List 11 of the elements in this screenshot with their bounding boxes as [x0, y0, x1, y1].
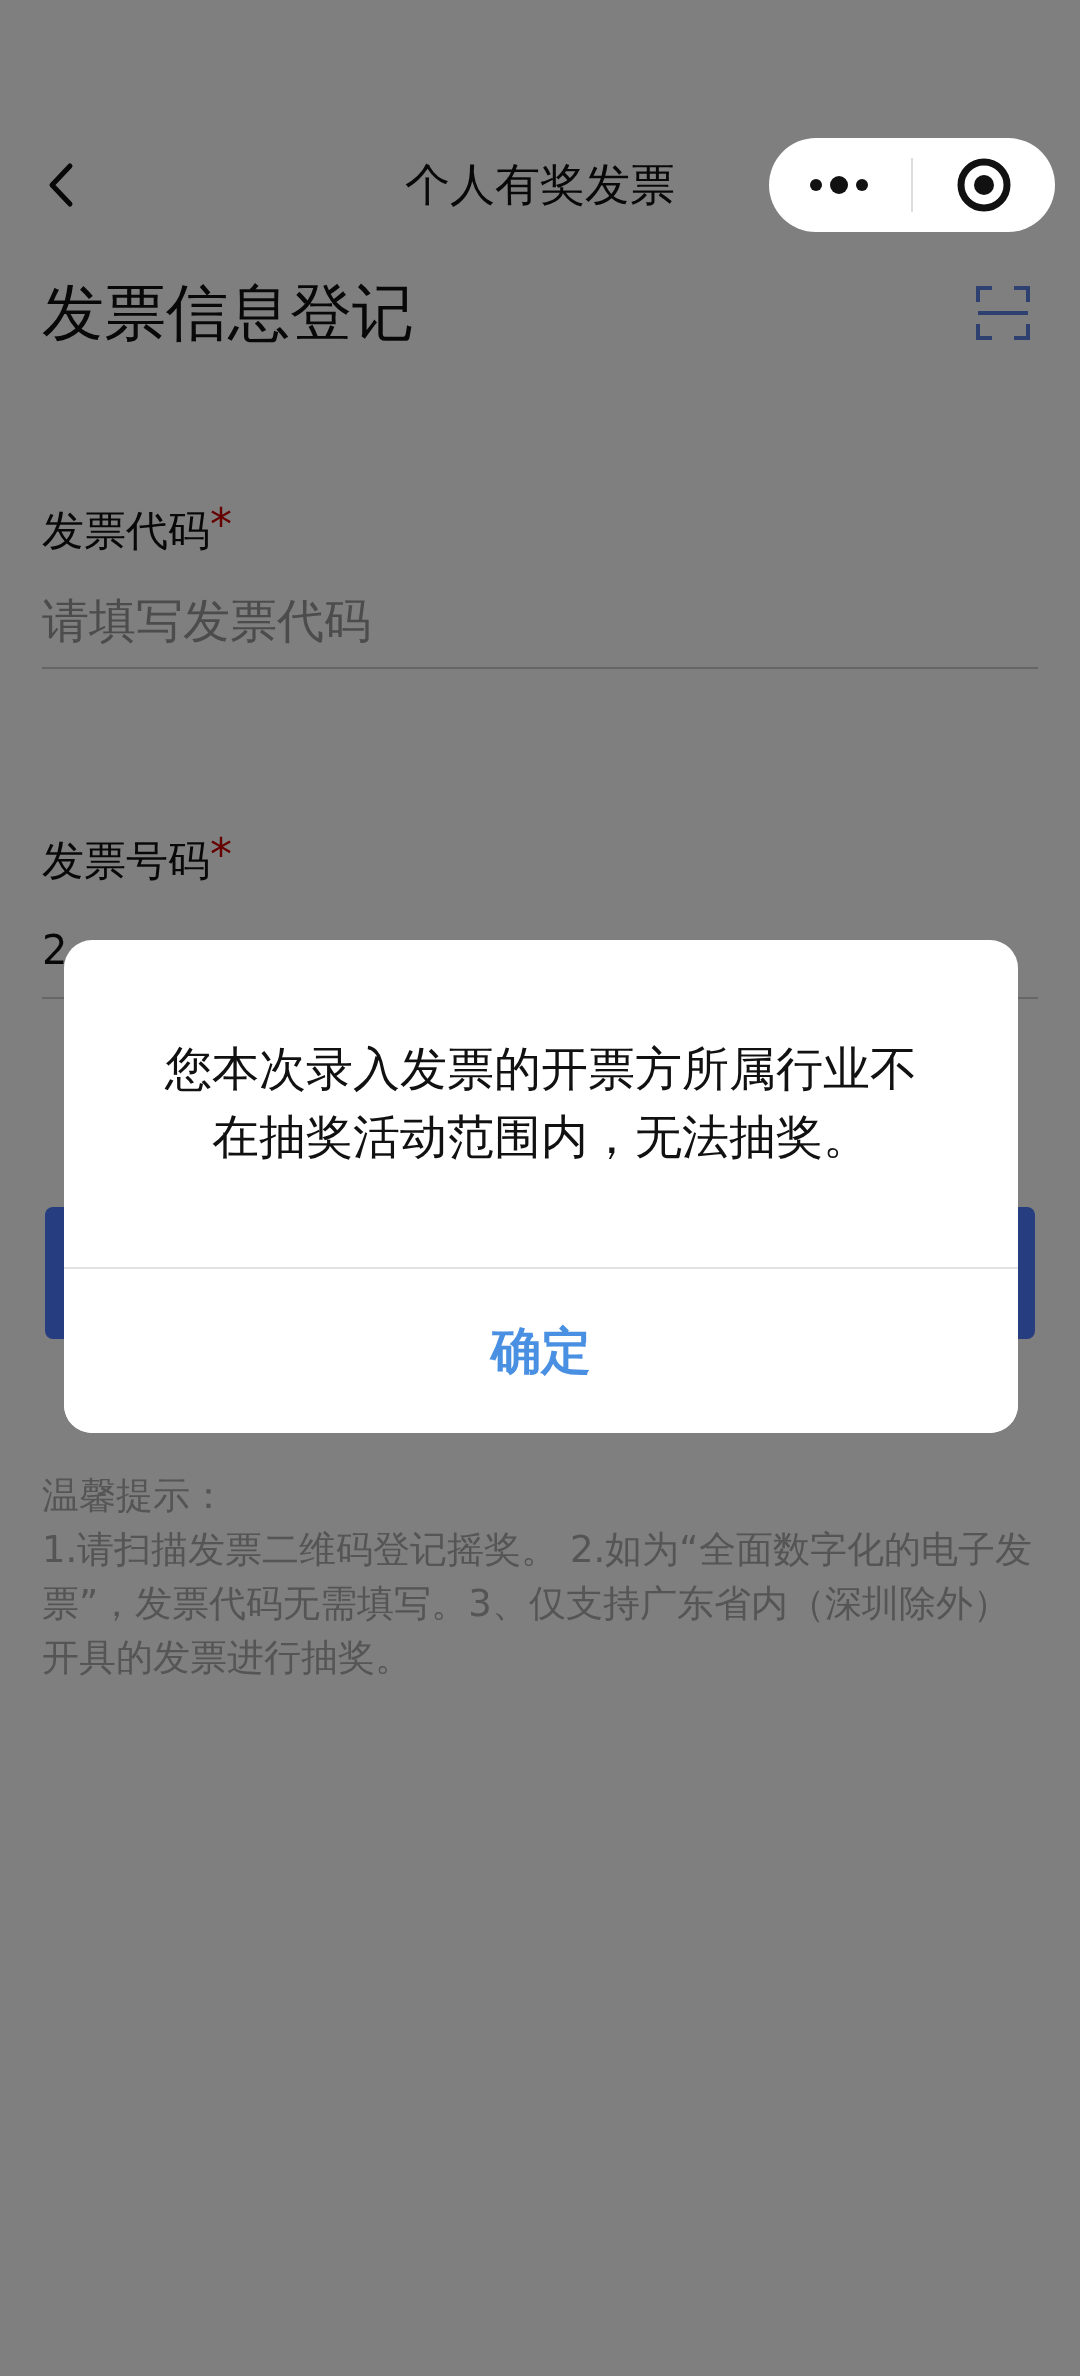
dialog-message: 您本次录入发票的开票方所属行业不在抽奖活动范围内，无法抽奖。 [164, 1040, 918, 1166]
field-label: 发票代码 [42, 505, 210, 557]
circle-dot-icon[interactable] [957, 158, 1011, 212]
section-heading: 发票信息登记 [42, 275, 414, 351]
field-label: 发票号码 [42, 835, 210, 887]
more-icon[interactable] [809, 175, 869, 195]
scan-icon[interactable] [974, 284, 1032, 342]
confirm-button[interactable]: 确定 [64, 1267, 1018, 1433]
page-title: 个人有奖发票 [405, 157, 675, 213]
required-mark: * [210, 833, 232, 877]
required-mark: * [210, 503, 232, 547]
